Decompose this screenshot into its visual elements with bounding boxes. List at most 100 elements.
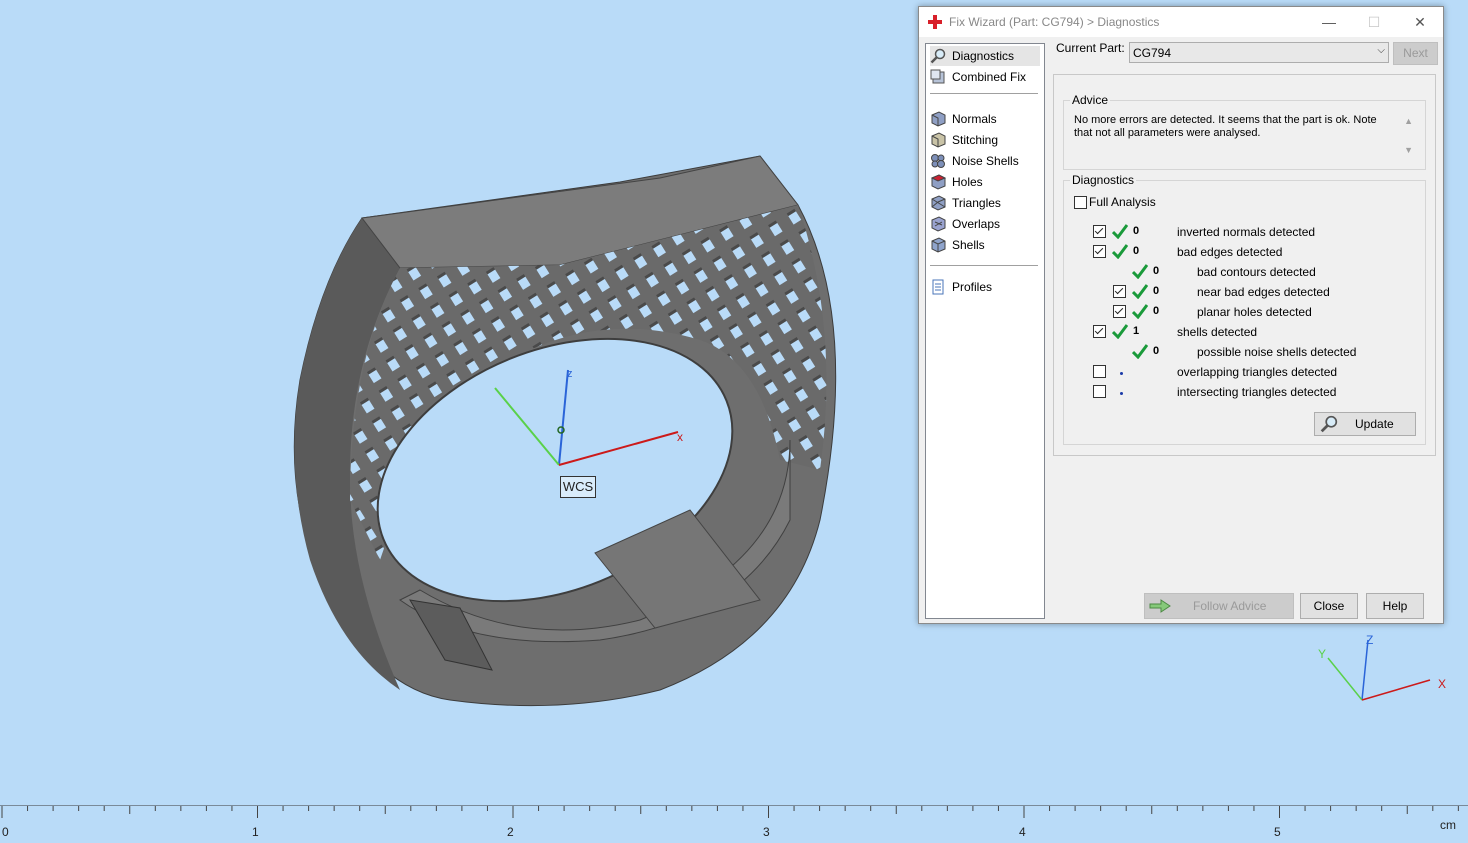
current-part-value: CG794 <box>1133 46 1172 60</box>
advice-group: Advice No more errors are detected. It s… <box>1063 93 1426 170</box>
close-window-button[interactable]: ✕ <box>1402 11 1438 33</box>
diagnostic-row: intersecting triangles detected <box>1064 384 1424 402</box>
nav-item-shells[interactable]: Shells <box>930 235 1040 255</box>
red-cross-icon <box>928 15 942 29</box>
diagnostic-count: 0 <box>1133 225 1140 237</box>
diagnostics-group: Diagnostics Full Analysis 0 inverted norm… <box>1063 173 1426 445</box>
normals-cube-icon <box>931 111 946 127</box>
nav-item-diagnostics[interactable]: Diagnostics <box>930 46 1040 66</box>
nav-label-holes: Holes <box>952 175 983 189</box>
diagnostic-row: overlapping triangles detected <box>1064 364 1424 382</box>
minimize-button[interactable]: — <box>1311 11 1347 33</box>
ruler-label-1: 1 <box>252 825 259 839</box>
magnifier-icon <box>930 48 946 64</box>
nav-item-profiles[interactable]: Profiles <box>930 277 1040 297</box>
overlaps-cube-icon <box>931 216 946 232</box>
diagnostic-label: intersecting triangles detected <box>1177 385 1337 399</box>
ruler-unit: cm <box>1440 818 1456 832</box>
follow-advice-button: Follow Advice <box>1144 593 1294 619</box>
ruler-label-2: 2 <box>507 825 514 839</box>
advice-scroll-up-icon[interactable]: ▲ <box>1404 116 1413 126</box>
nav-item-stitching[interactable]: Stitching <box>930 130 1040 150</box>
diagnostic-checkbox[interactable] <box>1093 365 1106 378</box>
update-button[interactable]: Update <box>1314 412 1416 436</box>
diagnostic-row: 0 bad contours detected <box>1064 264 1424 282</box>
ruler-label-5: 5 <box>1274 825 1281 839</box>
mini-x-label: X <box>1438 677 1446 691</box>
diagnostic-label: inverted normals detected <box>1177 225 1316 239</box>
nav-label-combined-fix: Combined Fix <box>952 70 1027 84</box>
mini-y-label: Y <box>1318 647 1326 661</box>
diagnostic-checkbox[interactable] <box>1093 225 1106 238</box>
diagnostic-count: 0 <box>1153 265 1160 277</box>
fix-wizard-dialog: Fix Wizard (Part: CG794) > Diagnostics —… <box>918 6 1444 624</box>
diagnostic-count: 0 <box>1133 245 1140 257</box>
green-check-icon <box>1112 244 1128 259</box>
magnifier-icon <box>1320 415 1338 433</box>
diagnostic-checkbox[interactable] <box>1113 305 1126 318</box>
nav-label-triangles: Triangles <box>952 196 1001 210</box>
nav-label-profiles: Profiles <box>952 280 993 294</box>
ruler-label-3: 3 <box>763 825 770 839</box>
nav-separator <box>930 93 1038 94</box>
diagnostics-title: Diagnostics <box>1070 173 1137 187</box>
diagnostic-count: 0 <box>1153 285 1160 297</box>
wizard-page-frame: Advice No more errors are detected. It s… <box>1053 74 1436 456</box>
title-bar[interactable]: Fix Wizard (Part: CG794) > Diagnostics —… <box>919 7 1443 37</box>
diagnostic-label: bad edges detected <box>1177 245 1283 259</box>
nav-item-triangles[interactable]: Triangles <box>930 193 1040 213</box>
maximize-button[interactable]: ☐ <box>1356 11 1392 33</box>
green-check-icon <box>1132 344 1148 359</box>
diagnostic-row: 0 inverted normals detected <box>1064 224 1424 242</box>
diagnostic-checkbox[interactable] <box>1093 325 1106 338</box>
diagnostic-checkbox[interactable] <box>1093 245 1106 258</box>
nav-item-noise-shells[interactable]: Noise Shells <box>930 151 1040 171</box>
nav-label-shells: Shells <box>952 238 985 252</box>
chevron-down-icon: ⌵ <box>1377 45 1385 56</box>
nav-label-diagnostics: Diagnostics <box>952 49 1015 63</box>
nav-label-overlaps: Overlaps <box>952 217 1001 231</box>
full-analysis-checkbox[interactable] <box>1074 196 1087 209</box>
nav-item-combined-fix[interactable]: Combined Fix <box>930 67 1040 87</box>
advice-scroll-down-icon[interactable]: ▼ <box>1404 145 1413 155</box>
diagnostic-checkbox[interactable] <box>1093 385 1106 398</box>
nav-label-stitching: Stitching <box>952 133 999 147</box>
holes-cube-icon <box>930 174 946 190</box>
wcs-label: WCS <box>560 476 596 498</box>
diagnostic-row: 1 shells detected <box>1064 324 1424 342</box>
wcs-x-axis-label: x <box>677 430 683 444</box>
help-button[interactable]: Help <box>1366 593 1424 619</box>
diagnostic-label: bad contours detected <box>1197 265 1316 279</box>
pending-dot-icon <box>1120 372 1123 375</box>
diagnostic-label: near bad edges detected <box>1197 285 1330 299</box>
diagnostic-row: 0 near bad edges detected <box>1064 284 1424 302</box>
profiles-document-icon <box>932 279 944 295</box>
ring-model[interactable]: z x <box>0 0 918 805</box>
update-label: Update <box>1355 417 1394 431</box>
diagnostic-row: 0 planar holes detected <box>1064 304 1424 322</box>
next-button[interactable]: Next <box>1393 42 1438 65</box>
nav-item-normals[interactable]: Normals <box>930 109 1040 129</box>
green-check-icon <box>1132 284 1148 299</box>
shells-cube-icon <box>931 237 946 253</box>
nav-separator <box>930 265 1038 266</box>
diagnostic-label: possible noise shells detected <box>1197 345 1357 359</box>
noise-shells-icon <box>931 154 945 168</box>
advice-title: Advice <box>1070 93 1111 107</box>
pending-dot-icon <box>1120 392 1123 395</box>
green-check-icon <box>1112 224 1128 239</box>
current-part-select[interactable]: CG794 ⌵ <box>1129 42 1389 63</box>
green-check-icon <box>1112 324 1128 339</box>
follow-advice-label: Follow Advice <box>1193 599 1267 613</box>
diagnostic-checkbox[interactable] <box>1113 285 1126 298</box>
green-arrow-icon <box>1149 599 1171 613</box>
diagnostic-count: 1 <box>1133 325 1140 337</box>
mini-z-label: Z <box>1366 633 1373 647</box>
triangles-cube-icon <box>931 195 946 211</box>
nav-item-overlaps[interactable]: Overlaps <box>930 214 1040 234</box>
close-button[interactable]: Close <box>1300 593 1358 619</box>
nav-item-holes[interactable]: Holes <box>930 172 1040 192</box>
diagnostic-count: 0 <box>1153 305 1160 317</box>
stitching-cube-icon <box>931 132 946 148</box>
ruler-label-4: 4 <box>1019 825 1026 839</box>
